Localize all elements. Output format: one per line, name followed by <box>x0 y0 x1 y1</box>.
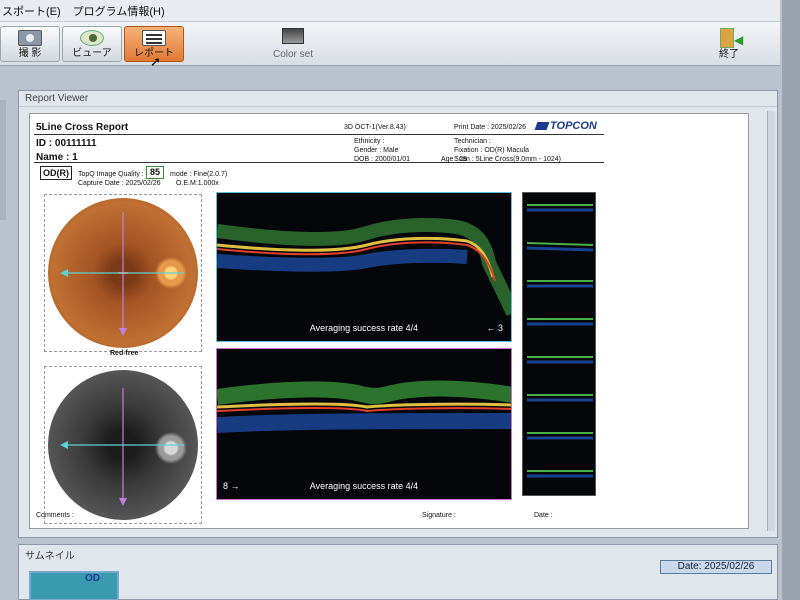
capture-button[interactable]: 撮 影 <box>0 26 60 62</box>
technician: Technician : <box>454 138 491 145</box>
topcon-logo-icon <box>534 122 550 130</box>
oct-bscan-vertical[interactable]: Averaging success rate 4/4 8 → <box>216 348 512 500</box>
menu-export[interactable]: スポート(E) <box>2 3 61 19</box>
fixation: Fixation : OD(R) Macula <box>454 147 530 154</box>
thumbnail-date: Date: 2025/02/26 <box>660 560 772 574</box>
signature-field: Signature : <box>422 512 456 519</box>
exit-arrow-icon: ◀ <box>734 33 744 47</box>
oct-bscan-horizontal[interactable]: Averaging success rate 4/4 ← 3 <box>216 192 512 342</box>
report-icon <box>142 30 166 46</box>
color-set-icon <box>282 28 304 44</box>
topcon-logo-text: TOPCON <box>550 120 597 132</box>
date-field: Date : <box>534 512 553 519</box>
viewer-button[interactable]: ビューア <box>62 26 122 62</box>
thumbnail-eye-badge: OD <box>85 573 100 584</box>
oct-horizontal-image <box>217 218 511 317</box>
line-scan-thumbnails-strip[interactable] <box>522 192 596 496</box>
scan-mode: mode : Fine(2.0.7) <box>170 171 228 178</box>
camera-icon <box>18 30 42 46</box>
oem-value: O.E.M:1.000x <box>176 180 219 187</box>
capture-date: Capture Date : 2025/02/26 <box>78 180 161 187</box>
report-thumbnail[interactable] <box>29 571 119 600</box>
report-title: 5Line Cross Report <box>36 122 129 133</box>
ethnicity: Ethnicity : <box>354 138 385 145</box>
oct-bottom-arrow: 8 → <box>223 481 240 491</box>
viewer-label: ビューア <box>72 48 112 59</box>
exit-door-icon <box>720 28 734 48</box>
print-date: Print Date : 2025/02/26 <box>454 124 526 131</box>
eye-icon <box>80 30 104 46</box>
patient-id: ID : 00111111 <box>36 138 97 149</box>
gender: Gender : Male <box>354 147 399 154</box>
left-side-tabs[interactable] <box>0 100 6 220</box>
oct-vertical-image <box>217 380 511 433</box>
date-of-birth: DOB : 2000/01/01 <box>354 156 411 163</box>
image-quality-label: TopQ Image Quality : <box>78 171 144 178</box>
report-page: 5Line Cross Report ID : 00111111 Name : … <box>29 113 749 529</box>
topcon-logo: TOPCON <box>534 120 597 132</box>
color-set-label: Color set <box>272 49 313 60</box>
exit-button[interactable]: ◀ 終了 <box>712 26 746 62</box>
header-divider <box>34 134 604 135</box>
scan-type: Scan : 5Line Cross(9.0mm - 1024) <box>454 156 561 163</box>
red-free-label: Red-free <box>110 350 139 357</box>
color-fundus-scan-lines <box>60 212 184 336</box>
oct-top-caption: Averaging success rate 4/4 <box>309 323 419 333</box>
red-free-scan-lines <box>60 388 184 506</box>
comments-field: Comments : <box>36 512 74 519</box>
eye-side-badge: OD(R) <box>40 166 72 180</box>
color-set-button[interactable]: Color set <box>270 26 316 62</box>
oct-bottom-caption: Averaging success rate 4/4 <box>309 481 419 491</box>
report-viewer-title: Report Viewer <box>19 91 777 107</box>
line-scan-thumbnails <box>526 204 594 478</box>
window-right-edge <box>782 0 800 600</box>
menu-program-info[interactable]: プログラム情報(H) <box>73 3 165 19</box>
report-viewer-panel: Report Viewer 5Line Cross Report ID : 00… <box>18 90 778 538</box>
image-quality-value: 85 <box>146 166 164 179</box>
menu-bar: スポート(E) プログラム情報(H) <box>0 0 780 22</box>
toolbar: 撮 影 ビューア レポート Color set ◀ 終了 <box>0 22 780 66</box>
mouse-cursor-icon: ➚ <box>150 54 161 69</box>
capture-label: 撮 影 <box>18 48 42 59</box>
software-version: 3D OCT-1(Ver.8.43) <box>344 124 406 131</box>
report-viewer-scrollbar[interactable] <box>767 111 775 531</box>
oct-top-arrow: ← 3 <box>486 323 503 333</box>
